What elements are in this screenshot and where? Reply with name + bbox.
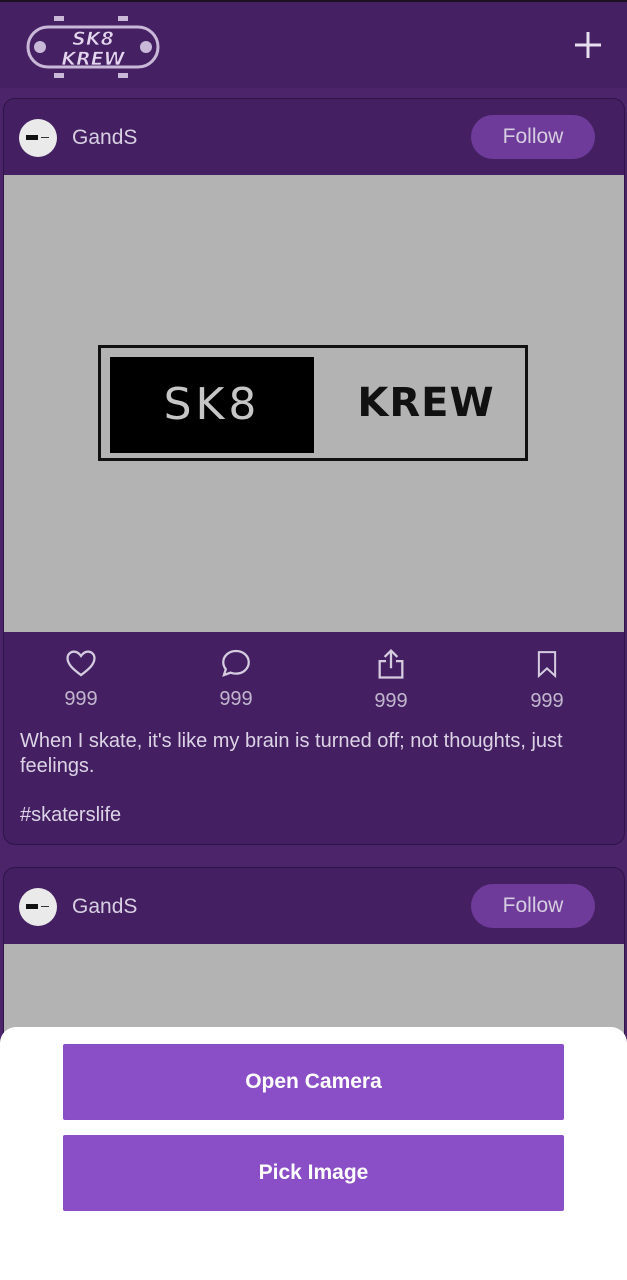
post-header: GandS Follow	[4, 99, 624, 175]
avatar-dash	[41, 137, 49, 138]
comment-icon[interactable]	[218, 646, 254, 680]
image-source-sheet: Open Camera Pick Image	[0, 1027, 627, 1280]
post-hashtag[interactable]: #skaterslife	[20, 804, 121, 827]
share-count: 999	[374, 690, 408, 712]
app-bar: SK8 KREW	[0, 2, 627, 88]
brand-text-right: KREW	[357, 380, 495, 426]
save-action[interactable]: 999	[507, 646, 587, 713]
post-caption: When I skate, it's like my brain is turn…	[20, 730, 563, 777]
avatar-dash	[41, 906, 49, 907]
post-actions: 999 999 999 999	[4, 632, 624, 726]
avatar-mark	[26, 904, 38, 909]
share-action[interactable]: 999	[351, 646, 431, 713]
save-count: 999	[530, 690, 564, 712]
follow-button[interactable]: Follow	[471, 115, 595, 159]
logo-line2: KREW	[61, 48, 125, 70]
app-logo[interactable]: SK8 KREW	[26, 14, 160, 80]
follow-button[interactable]: Follow	[471, 884, 595, 928]
comment-action[interactable]: 999	[196, 646, 276, 711]
avatar[interactable]	[19, 119, 57, 157]
post-image[interactable]: SK8 KREW	[4, 175, 624, 632]
bookmark-icon[interactable]	[532, 646, 562, 682]
plus-icon[interactable]	[571, 28, 605, 62]
post-card: GandS Follow SK8 KREW 999 999 999 999 Wh…	[3, 98, 625, 845]
open-camera-button[interactable]: Open Camera	[63, 1044, 564, 1120]
brand-text-left: SK8	[110, 357, 314, 453]
avatar[interactable]	[19, 888, 57, 926]
logo-line1: SK8	[72, 28, 114, 50]
brand-logo-box: SK8 KREW	[98, 345, 528, 461]
avatar-mark	[26, 135, 38, 140]
pick-image-button[interactable]: Pick Image	[63, 1135, 564, 1211]
post-header: GandS Follow	[4, 868, 624, 944]
like-count: 999	[64, 688, 98, 710]
share-icon[interactable]	[374, 646, 408, 682]
username[interactable]: GandS	[72, 895, 137, 919]
like-action[interactable]: 999	[41, 646, 121, 711]
heart-icon[interactable]	[64, 646, 98, 680]
username[interactable]: GandS	[72, 126, 137, 150]
comment-count: 999	[219, 688, 253, 710]
